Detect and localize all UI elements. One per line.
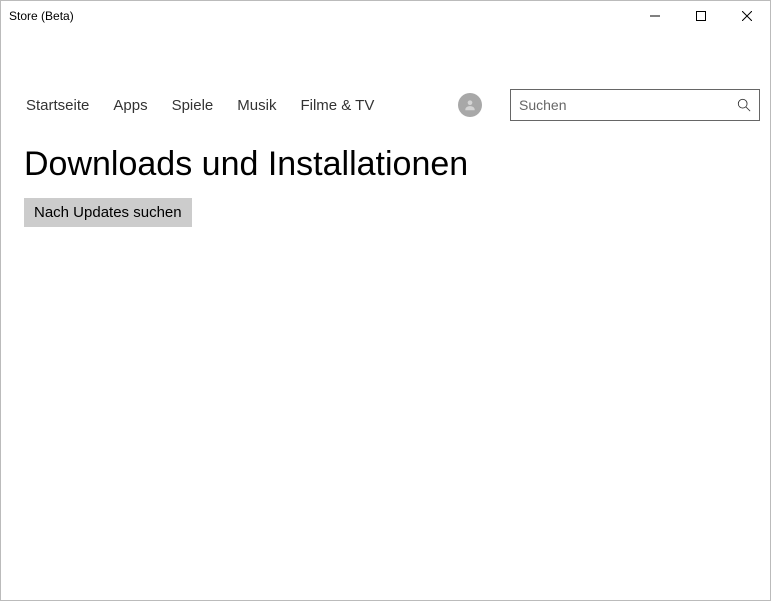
tab-filme-tv[interactable]: Filme & TV: [300, 97, 374, 114]
tab-apps[interactable]: Apps: [113, 97, 147, 114]
nav-area: Startseite Apps Spiele Musik Filme & TV: [1, 89, 770, 121]
tab-spiele[interactable]: Spiele: [172, 97, 214, 114]
close-button[interactable]: [724, 1, 770, 31]
page-title: Downloads und Installationen: [24, 145, 747, 184]
maximize-icon: [696, 11, 706, 21]
content: Downloads und Installationen Nach Update…: [1, 121, 770, 227]
maximize-button[interactable]: [678, 1, 724, 31]
search-box[interactable]: [510, 89, 760, 121]
user-avatar[interactable]: [458, 93, 482, 117]
search-input[interactable]: [519, 97, 737, 113]
tab-musik[interactable]: Musik: [237, 97, 276, 114]
minimize-button[interactable]: [632, 1, 678, 31]
close-icon: [742, 11, 752, 21]
window-controls: [632, 1, 770, 31]
titlebar: Store (Beta): [1, 1, 770, 31]
nav-tabs: Startseite Apps Spiele Musik Filme & TV: [11, 97, 374, 114]
user-icon: [463, 98, 477, 112]
tab-startseite[interactable]: Startseite: [26, 97, 89, 114]
window-title: Store (Beta): [9, 9, 74, 23]
minimize-icon: [650, 11, 660, 21]
search-icon[interactable]: [737, 98, 751, 112]
check-updates-button[interactable]: Nach Updates suchen: [24, 198, 192, 227]
